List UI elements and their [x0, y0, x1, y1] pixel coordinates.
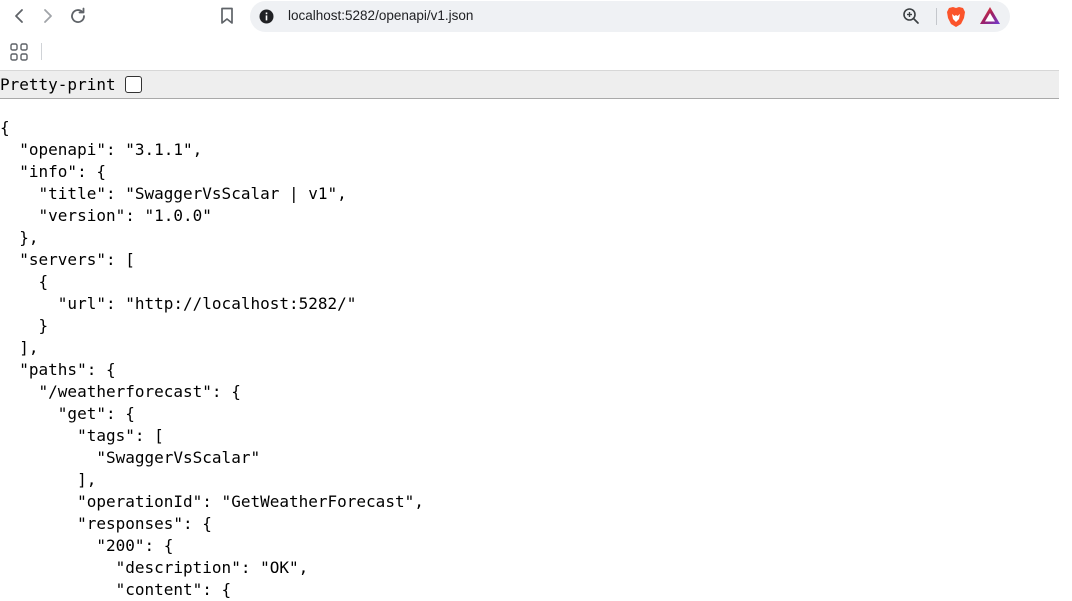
bookmark-button[interactable]	[214, 4, 240, 28]
bookmark-icon	[221, 7, 233, 24]
json-line: "title": "SwaggerVsScalar | v1",	[0, 184, 347, 203]
json-line: "tags": [	[0, 426, 164, 445]
json-line: "content": {	[0, 580, 232, 599]
json-line: ],	[0, 338, 39, 357]
reload-button[interactable]	[65, 4, 91, 28]
bookmarks-bar	[0, 34, 1072, 70]
json-line: {	[0, 272, 49, 291]
forward-button[interactable]	[35, 4, 61, 28]
json-line: "openapi": "3.1.1",	[0, 140, 203, 159]
apps-grid-icon[interactable]	[10, 43, 28, 61]
brave-lion-icon[interactable]	[946, 6, 966, 28]
json-line: "url": "http://localhost:5282/"	[0, 294, 357, 313]
pretty-print-label[interactable]: Pretty-print	[0, 75, 116, 94]
arrow-right-icon	[44, 9, 52, 23]
bookmarks-divider	[41, 43, 42, 60]
json-line: ],	[0, 470, 97, 489]
address-bar[interactable]: localhost:5282/openapi/v1.json	[250, 1, 1010, 32]
json-line: }	[0, 316, 49, 335]
json-line: "operationId": "GetWeatherForecast",	[0, 492, 424, 511]
info-circle-icon	[259, 9, 274, 24]
json-line: "responses": {	[0, 514, 212, 533]
json-line: "SwaggerVsScalar"	[0, 448, 261, 467]
back-button[interactable]	[6, 4, 32, 28]
json-line: "description": "OK",	[0, 558, 309, 577]
browser-toolbar: localhost:5282/openapi/v1.json	[0, 0, 1072, 34]
address-bar-divider	[936, 8, 937, 25]
json-line: "200": {	[0, 536, 174, 555]
pretty-print-checkbox[interactable]	[125, 76, 142, 93]
json-line: "version": "1.0.0"	[0, 206, 212, 225]
json-line: "servers": [	[0, 250, 135, 269]
json-line: },	[0, 228, 39, 247]
json-line: "paths": {	[0, 360, 116, 379]
url-text[interactable]: localhost:5282/openapi/v1.json	[288, 8, 473, 23]
zoom-in-icon[interactable]	[902, 7, 920, 25]
site-info-button[interactable]	[258, 8, 275, 25]
arrow-left-icon	[15, 9, 23, 23]
json-line: {	[0, 118, 10, 137]
json-content: { "openapi": "3.1.1", "info": { "title":…	[0, 117, 1072, 601]
pretty-print-bar: Pretty-print	[0, 70, 1059, 99]
json-line: "/weatherforecast": {	[0, 382, 241, 401]
brave-rewards-triangle-icon[interactable]	[979, 6, 1001, 26]
json-line: "info": {	[0, 162, 106, 181]
json-line: "get": {	[0, 404, 135, 423]
reload-icon	[71, 7, 85, 23]
